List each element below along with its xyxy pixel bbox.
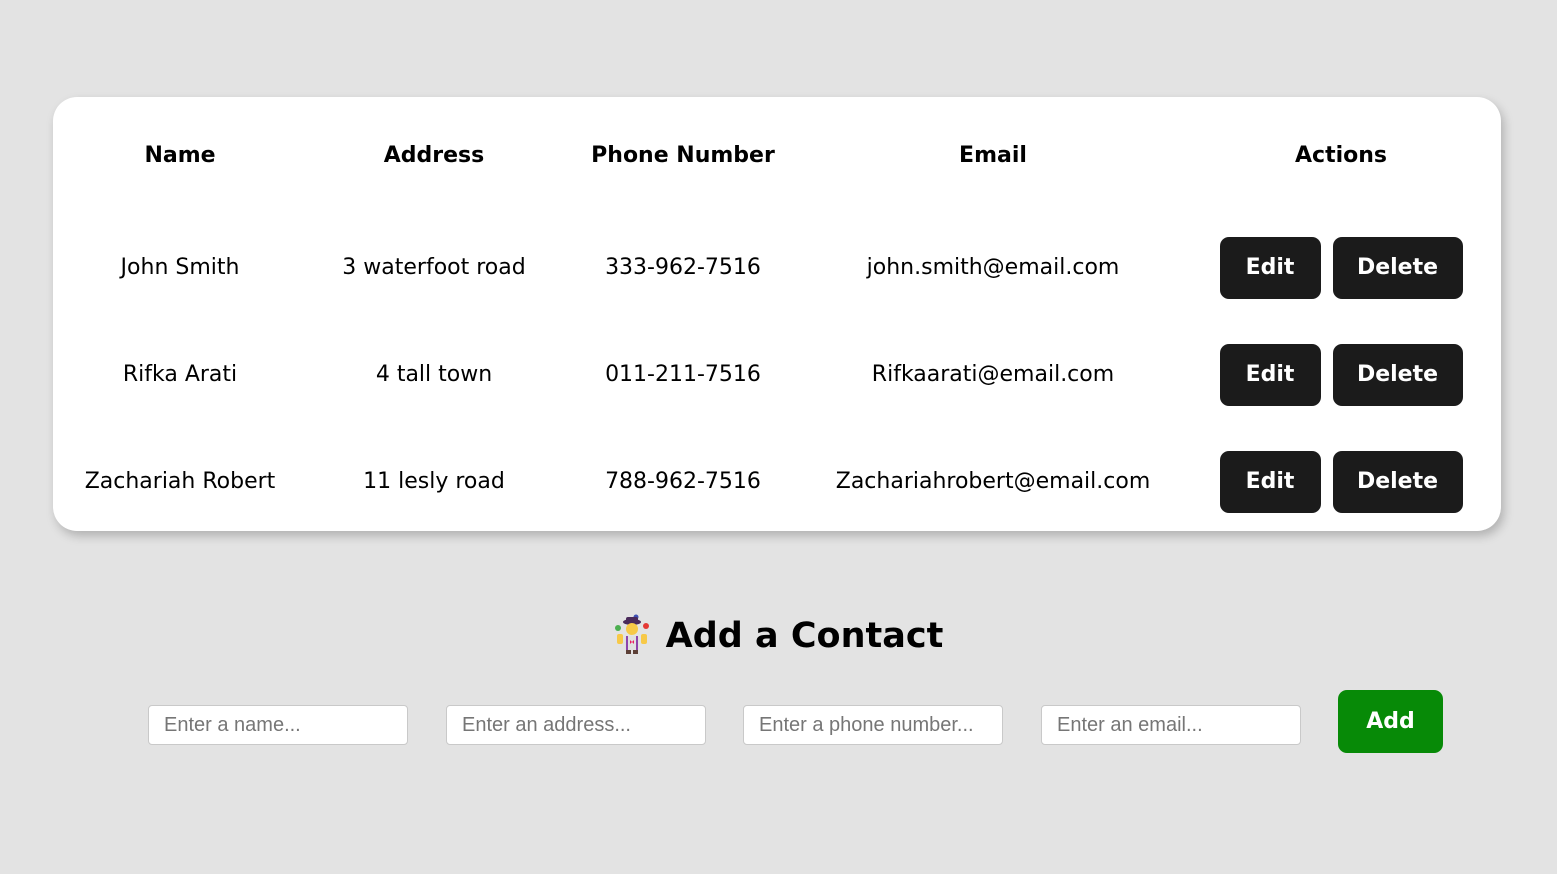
contact-name: Rifka Arati <box>122 362 238 387</box>
delete-button[interactable]: Delete <box>1332 236 1463 299</box>
contact-name: John Smith <box>120 255 240 280</box>
contact-phone: 788-962-7516 <box>605 469 761 494</box>
column-header-actions: Actions <box>1295 143 1387 168</box>
contact-phone: 011-211-7516 <box>605 362 761 387</box>
contacts-table: Name Address Phone Number Email Actions … <box>53 97 1501 535</box>
contact-address: 11 lesly road <box>363 469 505 494</box>
add-contact-heading: Add a Contact <box>0 612 1557 660</box>
address-input[interactable] <box>446 705 706 745</box>
column-header-address: Address <box>383 143 485 168</box>
table-row: Zachariah Robert 11 lesly road 788-962-7… <box>53 428 1501 535</box>
row-actions: Edit Delete <box>1181 214 1501 321</box>
contact-email: Zachariahrobert@email.com <box>835 469 1151 494</box>
email-input[interactable] <box>1041 705 1301 745</box>
column-header-email: Email <box>959 143 1027 168</box>
contacts-card: Name Address Phone Number Email Actions … <box>53 97 1501 531</box>
contact-phone: 333-962-7516 <box>605 255 761 280</box>
contact-email: john.smith@email.com <box>866 255 1120 280</box>
table-row: Rifka Arati 4 tall town 011-211-7516 Rif… <box>53 321 1501 428</box>
contact-name: Zachariah Robert <box>84 469 276 494</box>
contact-address: 3 waterfoot road <box>342 255 526 280</box>
row-actions: Edit Delete <box>1181 428 1501 535</box>
juggler-emoji-icon <box>614 614 649 654</box>
table-header-row: Name Address Phone Number Email Actions <box>53 97 1501 214</box>
table-row: John Smith 3 waterfoot road 333-962-7516… <box>53 214 1501 321</box>
contact-email: Rifkaarati@email.com <box>871 362 1115 387</box>
add-button[interactable]: Add <box>1338 690 1443 753</box>
column-header-name: Name <box>144 143 216 168</box>
add-contact-title: Add a Contact <box>665 616 944 656</box>
edit-button[interactable]: Edit <box>1219 450 1321 513</box>
delete-button[interactable]: Delete <box>1332 450 1463 513</box>
row-actions: Edit Delete <box>1181 321 1501 428</box>
delete-button[interactable]: Delete <box>1332 343 1463 406</box>
edit-button[interactable]: Edit <box>1219 343 1321 406</box>
name-input[interactable] <box>148 705 408 745</box>
phone-input[interactable] <box>743 705 1003 745</box>
column-header-phone: Phone Number <box>591 143 775 168</box>
contact-address: 4 tall town <box>375 362 493 387</box>
edit-button[interactable]: Edit <box>1219 236 1321 299</box>
